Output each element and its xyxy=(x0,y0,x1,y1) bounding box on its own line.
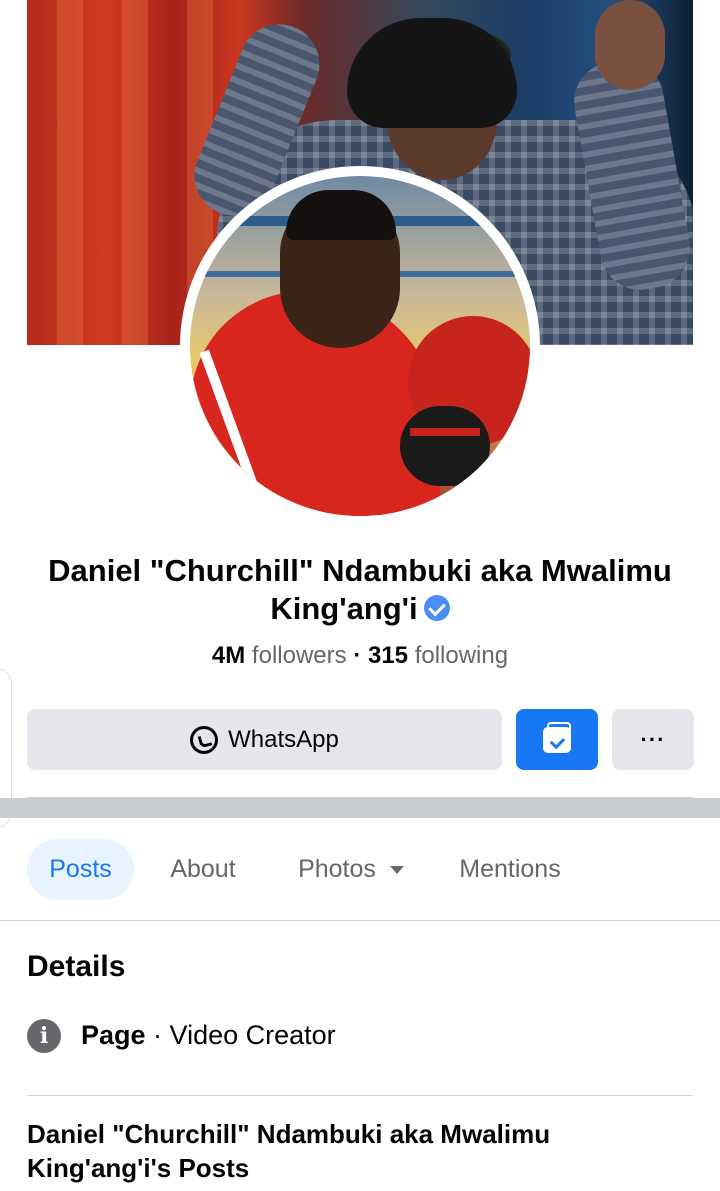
whatsapp-icon xyxy=(190,725,219,754)
follow-stats: 4M followers · 315 following xyxy=(0,642,720,670)
cover-person-hat xyxy=(347,18,517,128)
category-value: Video Creator xyxy=(169,1020,336,1050)
cover-curtain-fold xyxy=(122,0,148,345)
followers-count[interactable]: 4M xyxy=(212,642,245,669)
whatsapp-button[interactable]: WhatsApp xyxy=(27,709,502,770)
avatar-glove-stripe xyxy=(410,428,480,436)
profile-page: Daniel "Churchill" Ndambuki aka Mwalimu … xyxy=(0,0,720,1191)
section-separator xyxy=(0,798,720,818)
more-options-button[interactable]: ··· xyxy=(612,709,694,770)
divider xyxy=(27,1095,693,1096)
info-icon: i xyxy=(27,1019,61,1053)
verified-badge-icon xyxy=(423,595,450,621)
profile-name: Daniel "Churchill" Ndambuki aka Mwalimu … xyxy=(20,552,700,628)
tab-photos-label: Photos xyxy=(298,855,376,883)
following-label[interactable]: following xyxy=(415,642,508,669)
page-label: Page xyxy=(81,1020,146,1050)
divider xyxy=(0,920,720,921)
shop-button[interactable] xyxy=(516,709,598,770)
cover-person-hand xyxy=(595,0,665,90)
tab-posts-label: Posts xyxy=(49,855,112,883)
avatar-hair xyxy=(286,190,396,240)
tab-mentions-label: Mentions xyxy=(459,855,561,883)
caret-down-icon xyxy=(389,865,404,874)
stats-separator: · xyxy=(353,642,362,669)
page-category: Page · Video Creator xyxy=(81,1020,336,1051)
avatar[interactable] xyxy=(190,176,530,516)
tab-posts[interactable]: Posts xyxy=(27,839,134,900)
cover-curtain-fold xyxy=(57,0,83,345)
tab-photos[interactable]: Photos xyxy=(276,839,426,900)
more-icon: ··· xyxy=(640,726,666,752)
profile-name-text: Daniel "Churchill" Ndambuki aka Mwalimu … xyxy=(48,553,672,626)
tab-about-label: About xyxy=(170,855,236,883)
tab-mentions[interactable]: Mentions xyxy=(440,839,580,900)
details-heading: Details xyxy=(27,950,126,983)
posts-section-heading: Daniel "Churchill" Ndambuki aka Mwalimu … xyxy=(27,1119,551,1183)
followers-label[interactable]: followers xyxy=(252,642,347,669)
avatar-boxing-glove xyxy=(400,406,490,486)
following-count[interactable]: 315 xyxy=(368,642,408,669)
shop-icon xyxy=(543,721,571,753)
whatsapp-button-label: WhatsApp xyxy=(228,725,339,753)
tab-about[interactable]: About xyxy=(150,839,256,900)
category-separator: · xyxy=(145,1020,170,1050)
